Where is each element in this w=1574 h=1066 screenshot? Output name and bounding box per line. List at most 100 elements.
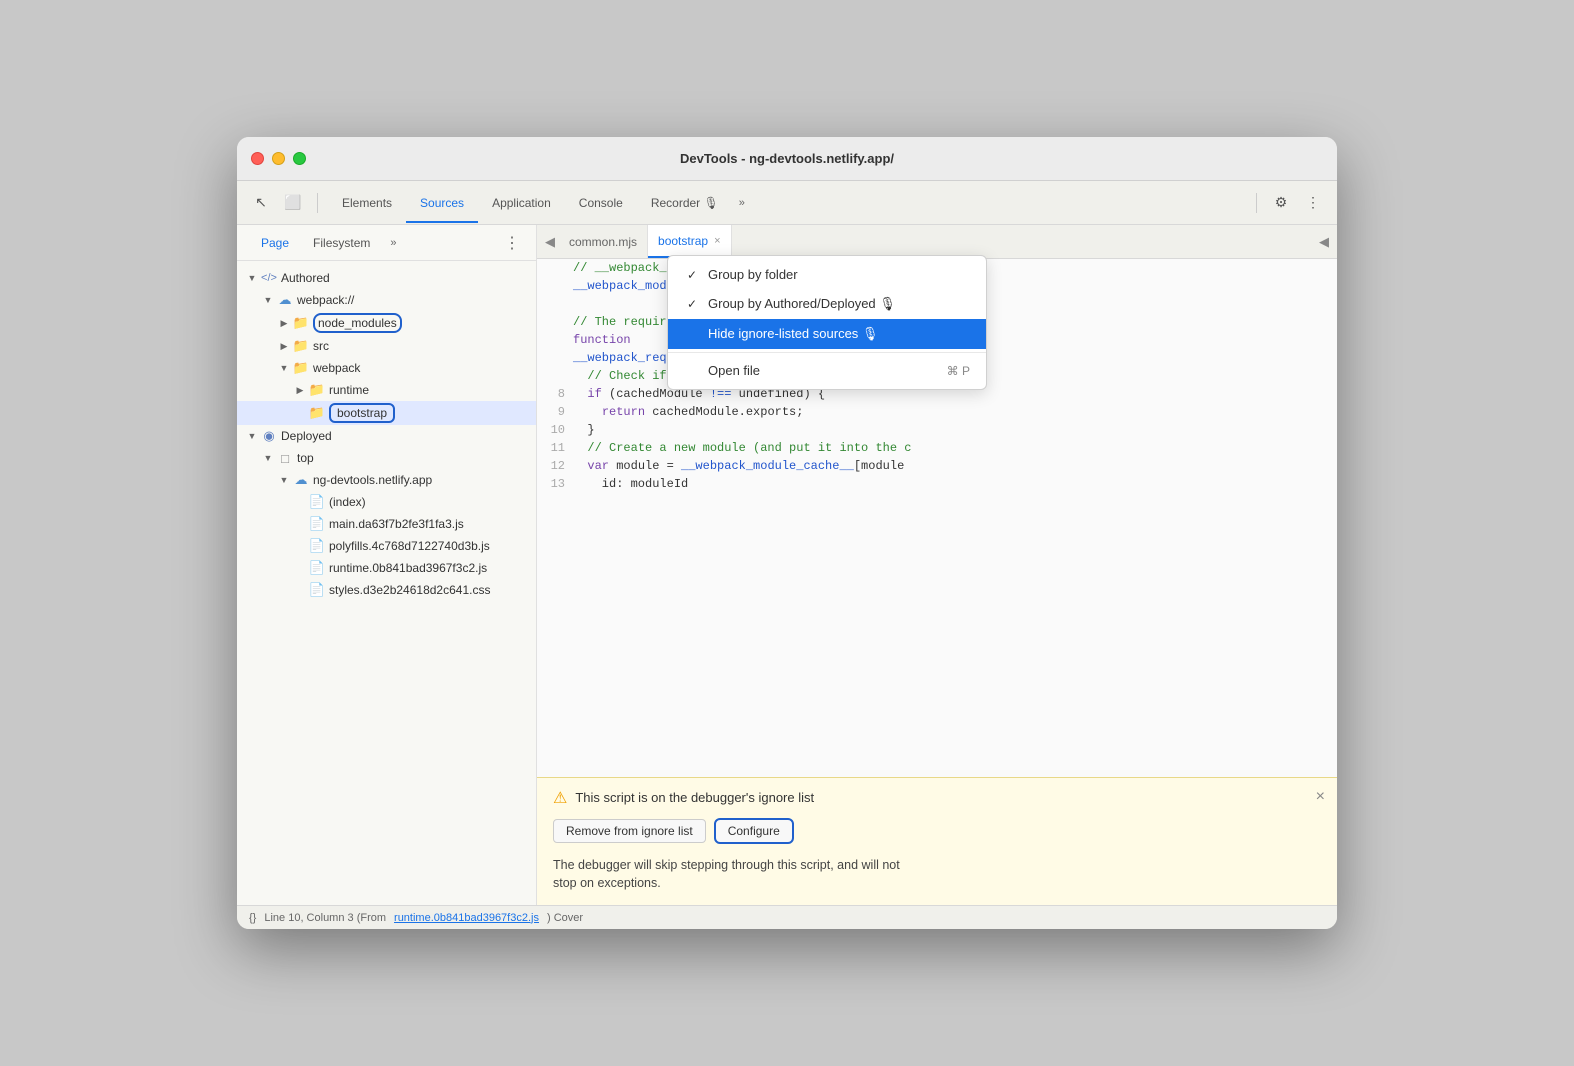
tree-item-webpack[interactable]: ▼ ☁ webpack://	[237, 289, 536, 311]
toolbar-divider-1	[317, 193, 318, 213]
left-panel: Page Filesystem » ⋮ ▼ </> Authored	[237, 225, 537, 905]
status-text2: ) Cover	[547, 912, 583, 924]
tree-item-ng-devtools[interactable]: ▼ ☁ ng-devtools.netlify.app	[237, 469, 536, 491]
tree-item-runtime[interactable]: ▶ 📁 runtime	[237, 379, 536, 401]
file-tab-bar: ◀ common.mjs bootstrap × ◀	[537, 225, 1337, 259]
tree-item-main[interactable]: 📄 main.da63f7b2fe3f1fa3.js	[237, 513, 536, 535]
window-title: DevTools - ng-devtools.netlify.app/	[680, 151, 894, 166]
file-icon-main: 📄	[309, 516, 325, 532]
tree-item-index[interactable]: 📄 (index)	[237, 491, 536, 513]
remove-ignore-button[interactable]: Remove from ignore list	[553, 819, 706, 843]
file-icon-polyfills: 📄	[309, 538, 325, 554]
cursor-icon[interactable]: ↖	[247, 190, 275, 216]
menu-item-open-file[interactable]: Open file ⌘ P	[668, 356, 986, 385]
code-line-9: 9 return cachedModule.exports;	[537, 403, 1337, 421]
arrow-deployed: ▼	[245, 429, 259, 443]
more-options-icon[interactable]: ⋮	[1299, 190, 1327, 216]
ignore-banner: ⚠ This script is on the debugger's ignor…	[537, 777, 1337, 906]
close-tab-bootstrap[interactable]: ×	[714, 235, 720, 247]
label-top: top	[297, 451, 314, 465]
tree-item-top[interactable]: ▼ □ top	[237, 447, 536, 469]
folder-icon-node-modules: 📁	[293, 315, 309, 331]
tab-recorder[interactable]: Recorder 🎙	[637, 190, 733, 216]
label-src: src	[313, 339, 329, 353]
code-icon: </>	[261, 270, 277, 286]
deployed-icon: ◉	[261, 428, 277, 444]
file-icon-styles: 📄	[309, 582, 325, 598]
main-tab-group: Elements Sources Application Console Rec…	[328, 190, 1246, 216]
tree-item-src[interactable]: ▶ 📁 src	[237, 335, 536, 357]
menu-separator	[668, 352, 986, 353]
menu-item-group-authored[interactable]: ✓ Group by Authored/Deployed 🎙	[668, 289, 986, 319]
close-button[interactable]	[251, 152, 264, 165]
runtime-link[interactable]: runtime.0b841bad3967f3c2.js	[394, 912, 539, 924]
tree-item-runtime-deployed[interactable]: 📄 runtime.0b841bad3967f3c2.js	[237, 557, 536, 579]
ignore-banner-desc: The debugger will skip stepping through …	[537, 852, 1337, 906]
ignore-banner-header: ⚠ This script is on the debugger's ignor…	[537, 778, 1337, 814]
code-line-13: 13 id: moduleId	[537, 475, 1337, 493]
tree-item-authored[interactable]: ▼ </> Authored	[237, 267, 536, 289]
sub-more-button[interactable]: »	[382, 233, 404, 253]
tab-elements[interactable]: Elements	[328, 190, 406, 216]
toolbar-divider-2	[1256, 193, 1257, 213]
minimize-button[interactable]	[272, 152, 285, 165]
maximize-button[interactable]	[293, 152, 306, 165]
more-tabs-button[interactable]: »	[733, 193, 751, 213]
tree-item-styles[interactable]: 📄 styles.d3e2b24618d2c641.css	[237, 579, 536, 601]
shortcut-open-file: ⌘ P	[947, 364, 970, 378]
label-styles: styles.d3e2b24618d2c641.css	[329, 583, 490, 597]
status-bar: {} Line 10, Column 3 (From runtime.0b841…	[237, 905, 1337, 929]
ignore-close-button[interactable]: ×	[1316, 788, 1325, 806]
tree-item-polyfills[interactable]: 📄 polyfills.4c768d7122740d3b.js	[237, 535, 536, 557]
sub-options-button[interactable]: ⋮	[500, 233, 524, 253]
right-panel: ◀ common.mjs bootstrap × ◀ // __webpack_…	[537, 225, 1337, 905]
file-tab-bootstrap[interactable]: bootstrap ×	[648, 225, 731, 258]
ignore-banner-title: This script is on the debugger's ignore …	[575, 790, 814, 805]
sub-tab-page[interactable]: Page	[249, 231, 301, 255]
arrow-src: ▶	[277, 339, 291, 353]
device-icon[interactable]: ⬜	[279, 190, 307, 216]
label-ng-devtools: ng-devtools.netlify.app	[313, 473, 432, 487]
arrow-index	[293, 495, 307, 509]
label-node-modules: node_modules	[313, 313, 402, 333]
label-group-folder: Group by folder	[708, 267, 798, 282]
collapse-right-icon[interactable]: ◀	[1319, 234, 1329, 250]
tree-item-deployed[interactable]: ▼ ◉ Deployed	[237, 425, 536, 447]
label-webpack-folder: webpack	[313, 361, 360, 375]
sub-tab-filesystem[interactable]: Filesystem	[301, 231, 382, 255]
folder-icon-bootstrap: 📁	[309, 405, 325, 421]
arrow-webpack: ▼	[261, 293, 275, 307]
collapse-left-icon[interactable]: ◀	[545, 234, 555, 250]
arrow-polyfills	[293, 539, 307, 553]
arrow-node-modules: ▶	[277, 316, 291, 330]
menu-item-group-folder[interactable]: ✓ Group by folder	[668, 260, 986, 289]
file-tab-common[interactable]: common.mjs	[559, 225, 648, 258]
code-line-10: 10 }	[537, 421, 1337, 439]
sub-toolbar: Page Filesystem » ⋮	[237, 225, 536, 261]
main-content: Page Filesystem » ⋮ ▼ </> Authored	[237, 225, 1337, 905]
folder-icon-runtime: 📁	[309, 382, 325, 398]
tab-application[interactable]: Application	[478, 190, 565, 216]
tree-item-node-modules[interactable]: ▶ 📁 node_modules	[237, 311, 536, 335]
code-line-11: 11 // Create a new module (and put it in…	[537, 439, 1337, 457]
arrow-webpack-folder: ▼	[277, 361, 291, 375]
settings-icon[interactable]: ⚙	[1267, 190, 1295, 216]
tab-sources[interactable]: Sources	[406, 190, 478, 216]
warning-icon: ⚠	[553, 788, 567, 808]
label-main: main.da63f7b2fe3f1fa3.js	[329, 517, 464, 531]
menu-item-hide-ignore[interactable]: Hide ignore-listed sources 🎙	[668, 319, 986, 349]
arrow-ng-devtools: ▼	[277, 473, 291, 487]
box-icon-top: □	[277, 450, 293, 466]
status-text: Line 10, Column 3 (From	[264, 912, 386, 924]
label-runtime: runtime	[329, 383, 369, 397]
label-deployed: Deployed	[281, 429, 332, 443]
folder-icon-src: 📁	[293, 338, 309, 354]
tree-item-bootstrap[interactable]: 📁 bootstrap	[237, 401, 536, 425]
configure-button[interactable]: Configure	[714, 818, 794, 844]
main-toolbar: ↖ ⬜ Elements Sources Application Console…	[237, 181, 1337, 225]
tab-console[interactable]: Console	[565, 190, 637, 216]
tree-item-webpack-folder[interactable]: ▼ 📁 webpack	[237, 357, 536, 379]
code-line-12: 12 var module = __webpack_module_cache__…	[537, 457, 1337, 475]
format-icon[interactable]: {}	[249, 912, 256, 924]
arrow-styles	[293, 583, 307, 597]
